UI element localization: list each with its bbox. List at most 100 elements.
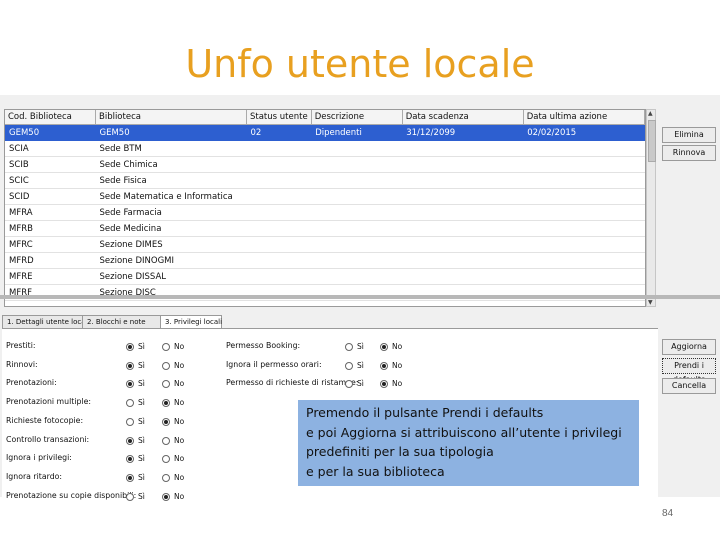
radio-label-si: Sì: [138, 360, 145, 370]
radio-label-si: Sì: [357, 360, 364, 370]
radio-no[interactable]: [162, 436, 170, 445]
radio-label-no: No: [174, 472, 185, 482]
radio-no[interactable]: [162, 343, 170, 351]
radio-no[interactable]: [162, 380, 170, 389]
privilege-label: Ignora ritardo:: [6, 471, 63, 481]
radio-label-si: Sì: [138, 454, 145, 464]
radio-si[interactable]: [126, 343, 134, 351]
table-row[interactable]: MFRB Sede Medicina: [5, 220, 645, 237]
table-row[interactable]: MFRE Sezione DISSAL: [5, 268, 645, 285]
privilege-label: Permesso Booking:: [226, 341, 301, 350]
radio-si[interactable]: [126, 417, 134, 426]
aggiorna-button[interactable]: Aggiorna: [662, 339, 716, 355]
table-row[interactable]: SCIB Sede Chimica: [5, 156, 645, 173]
radio-no[interactable]: [162, 455, 170, 464]
radio-si[interactable]: [345, 343, 353, 351]
table-cell: [402, 204, 524, 221]
radio-no[interactable]: [380, 380, 388, 389]
tab-dettagli-utente[interactable]: 1. Dettagli utente locale: [2, 315, 92, 328]
table-row[interactable]: MFRA Sede Farmacia: [5, 204, 645, 221]
splitter[interactable]: [0, 295, 720, 299]
privilege-label: Ignora il permesso orari:: [226, 359, 322, 369]
table-cell: Sede Medicina: [95, 220, 247, 237]
radio-si[interactable]: [126, 361, 134, 370]
table-cell: [246, 204, 312, 221]
table-cell: [311, 156, 403, 173]
tab-privilegi-locali[interactable]: 3. Privilegi locali: [160, 315, 222, 328]
table-row[interactable]: MFRC Sezione DIMES: [5, 236, 645, 253]
radio-si[interactable]: [345, 361, 353, 370]
table-row[interactable]: SCIC Sede Fisica: [5, 172, 645, 189]
table-cell: [311, 236, 403, 253]
elimina-button[interactable]: Elimina: [662, 127, 716, 143]
col-header-descrizione[interactable]: Descrizione: [311, 110, 403, 125]
radio-label-no: No: [392, 379, 403, 389]
radio-label-no: No: [174, 398, 185, 408]
col-header-biblioteca[interactable]: Biblioteca: [95, 110, 247, 125]
table-row[interactable]: MFRD Sezione DINOGMI: [5, 252, 645, 269]
table-cell: [246, 172, 312, 189]
privilege-label: Permesso di richieste di ristampe:: [226, 378, 359, 388]
radio-label-no: No: [174, 360, 185, 370]
privilege-label: Prenotazioni multiple:: [6, 397, 92, 407]
callout-line: Premendo il pulsante Prendi i defaults: [306, 405, 544, 420]
col-header-data-ultima-azione[interactable]: Data ultima azione: [523, 110, 645, 125]
radio-si[interactable]: [126, 455, 134, 464]
radio-si[interactable]: [126, 492, 134, 501]
col-header-data-scadenza[interactable]: Data scadenza: [402, 110, 524, 125]
radio-label-no: No: [174, 379, 185, 389]
radio-no[interactable]: [162, 399, 170, 408]
radio-si[interactable]: [126, 436, 134, 445]
radio-label-si: Sì: [138, 342, 145, 351]
table-cell: [402, 236, 524, 253]
tab-blocchi-note[interactable]: 2. Blocchi e note: [82, 315, 164, 328]
radio-si[interactable]: [126, 380, 134, 389]
radio-no[interactable]: [380, 361, 388, 370]
radio-label-no: No: [174, 491, 185, 501]
radio-no[interactable]: [162, 417, 170, 426]
radio-si[interactable]: [126, 399, 134, 408]
table-row[interactable]: SCID Sede Matematica e Informatica: [5, 188, 645, 205]
slide-title: Unfo utente locale: [185, 42, 535, 86]
table-row[interactable]: GEM50 GEM50 02 Dipendenti 31/12/2099 02/02/20…: [5, 124, 645, 141]
radio-no[interactable]: [380, 343, 388, 351]
table-cell: SCIA: [5, 140, 96, 157]
table-cell: [523, 252, 645, 269]
table-cell: SCID: [5, 188, 96, 205]
privilege-label: Richieste fotocopie:: [6, 415, 84, 425]
table-cell: [311, 204, 403, 221]
table-cell: [246, 156, 312, 173]
radio-label-si: Sì: [357, 379, 364, 389]
col-header-status-utente[interactable]: Status utente: [246, 110, 312, 125]
scroll-up-icon[interactable]: ▲: [648, 110, 653, 117]
table-cell: [523, 156, 645, 173]
grid-scrollbar[interactable]: ▲ ▼: [646, 109, 656, 307]
table-cell: [311, 252, 403, 269]
table-cell: Sede Fisica: [95, 172, 247, 189]
table-cell: [311, 140, 403, 157]
rinnova-button[interactable]: Rinnova: [662, 145, 716, 161]
table-cell: [523, 172, 645, 189]
scroll-down-icon[interactable]: ▼: [648, 299, 653, 306]
table-cell: Sede Matematica e Informatica: [95, 188, 247, 205]
prendi-defaults-button[interactable]: Prendi i defaults: [662, 358, 716, 384]
radio-no[interactable]: [162, 492, 170, 501]
table-cell: [246, 220, 312, 237]
table-cell: [311, 220, 403, 237]
privilege-label: Ignora i privilegi:: [6, 453, 72, 463]
radio-no[interactable]: [162, 473, 170, 482]
scrollbar-thumb[interactable]: [648, 120, 656, 162]
table-cell: 31/12/2099: [402, 124, 524, 141]
radio-label-no: No: [174, 416, 185, 426]
radio-label-no: No: [392, 360, 403, 370]
library-grid: Cod. Biblioteca Biblioteca Status utente…: [4, 109, 646, 307]
radio-no[interactable]: [162, 361, 170, 370]
table-cell: [402, 220, 524, 237]
col-header-cod-biblioteca[interactable]: Cod. Biblioteca: [5, 110, 96, 125]
table-cell: [402, 252, 524, 269]
radio-label-no: No: [392, 342, 403, 351]
table-row[interactable]: SCIA Sede BTM: [5, 140, 645, 157]
cancella-button[interactable]: Cancella: [662, 378, 716, 394]
privilege-label: Rinnovi:: [6, 359, 38, 369]
radio-si[interactable]: [126, 473, 134, 482]
